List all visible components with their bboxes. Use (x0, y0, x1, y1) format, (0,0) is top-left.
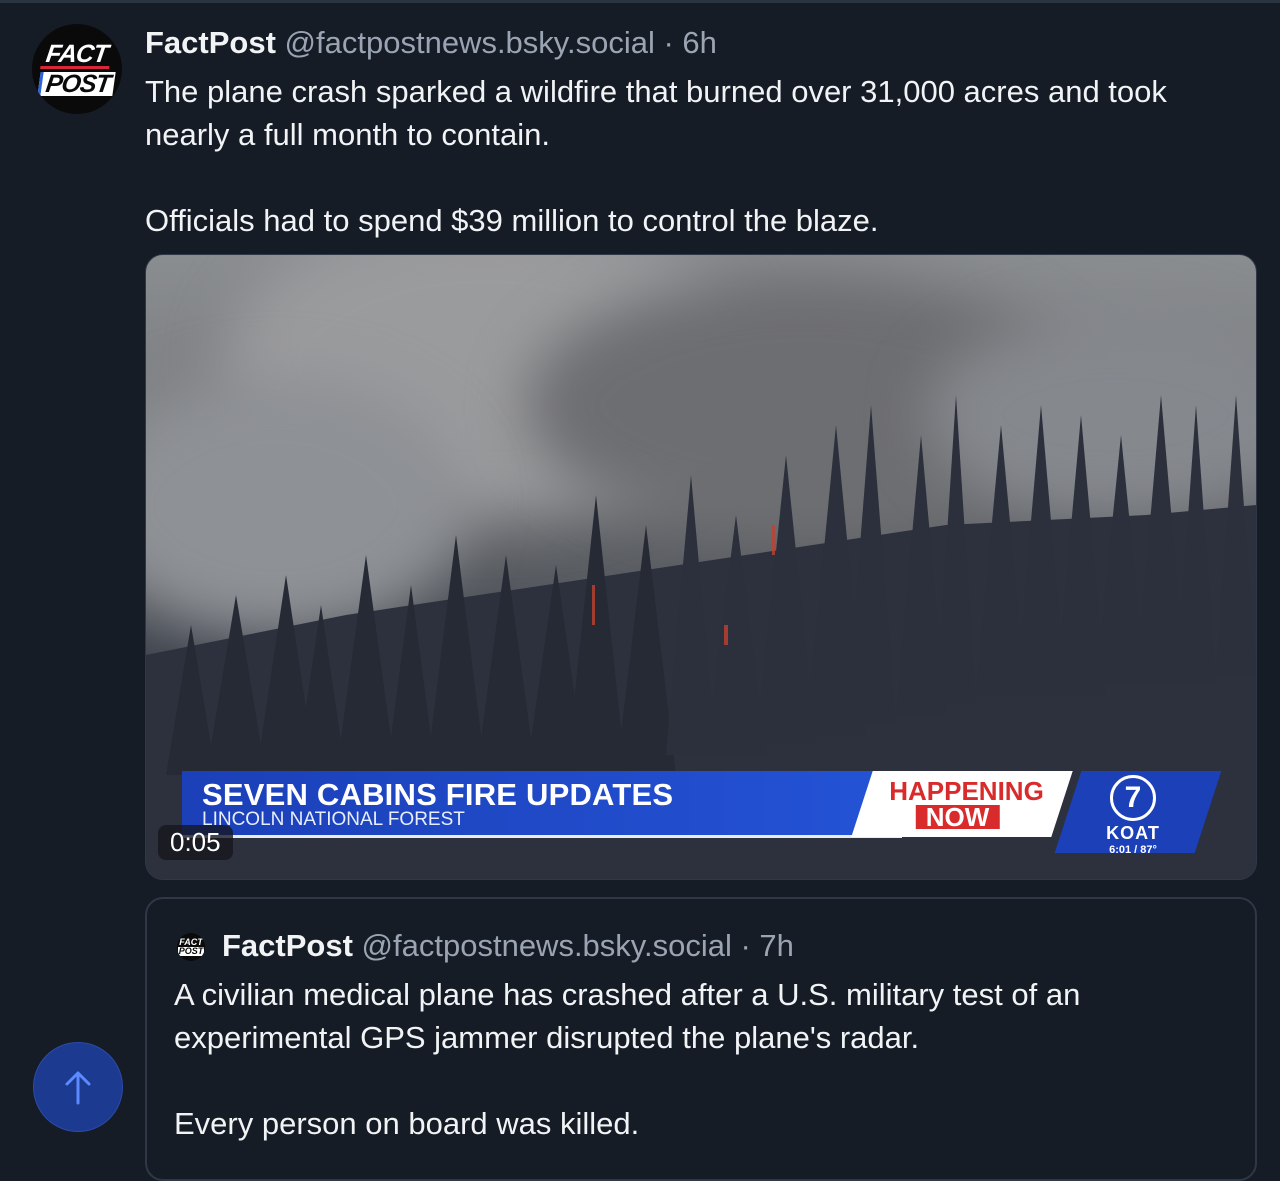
post-paragraph-2: Officials had to spend $39 million to co… (145, 203, 879, 238)
quoted-post-body: A civilian medical plane has crashed aft… (174, 973, 1234, 1145)
post-paragraph-1: The plane crash sparked a wildfire that … (145, 74, 1167, 152)
quoted-paragraph-1: A civilian medical plane has crashed aft… (174, 977, 1081, 1055)
time-temperature: 6:01 / 87° (1109, 844, 1157, 856)
news-subheadline: LINCOLN NATIONAL FOREST (202, 809, 465, 830)
post-header: FactPost @factpostnews.bsky.social · 6h (145, 24, 717, 62)
scroll-to-top-button[interactable] (33, 1042, 123, 1132)
quoted-post-card[interactable]: FACT POST FactPost @factpostnews.bsky.so… (145, 897, 1257, 1181)
quoted-paragraph-2: Every person on board was killed. (174, 1106, 640, 1141)
quoted-avatar-logo-post: POST (177, 946, 205, 956)
happening-now-badge: HAPPENING NOW (851, 771, 1073, 837)
news-lower-third: SEVEN CABINS FIRE UPDATES LINCOLN NATION… (182, 771, 902, 837)
lower-third-underline (182, 835, 902, 838)
avatar-logo-post: POST (37, 70, 117, 98)
quoted-post-age: · 7h (740, 928, 794, 963)
author-name[interactable]: FactPost (145, 25, 276, 60)
video-timestamp: 0:05 (158, 825, 233, 860)
quoted-author-name: FactPost (222, 928, 353, 963)
post-body: The plane crash sparked a wildfire that … (145, 70, 1245, 242)
post-age[interactable]: · 6h (664, 25, 717, 60)
badge-line-2: NOW (915, 802, 1000, 832)
quoted-author-avatar: FACT POST (177, 933, 205, 961)
author-avatar[interactable]: FACT POST (32, 24, 122, 114)
quoted-post-header: FactPost @factpostnews.bsky.social · 7h (222, 927, 794, 965)
station-logo-icon: 7 (1110, 775, 1156, 821)
news-headline: SEVEN CABINS FIRE UPDATES (202, 777, 674, 812)
quoted-author-handle: @factpostnews.bsky.social (361, 928, 732, 963)
badge-line-1: HAPPENING (888, 776, 1044, 806)
video-player[interactable]: SEVEN CABINS FIRE UPDATES LINCOLN NATION… (145, 254, 1257, 880)
station-bug: 7 KOAT 6:01 / 87° (1068, 771, 1198, 856)
station-name: KOAT (1106, 823, 1160, 843)
arrow-up-icon (65, 1071, 91, 1105)
top-divider (0, 0, 1280, 3)
avatar-logo-fact: FACT (40, 40, 114, 69)
author-handle[interactable]: @factpostnews.bsky.social (285, 25, 655, 60)
